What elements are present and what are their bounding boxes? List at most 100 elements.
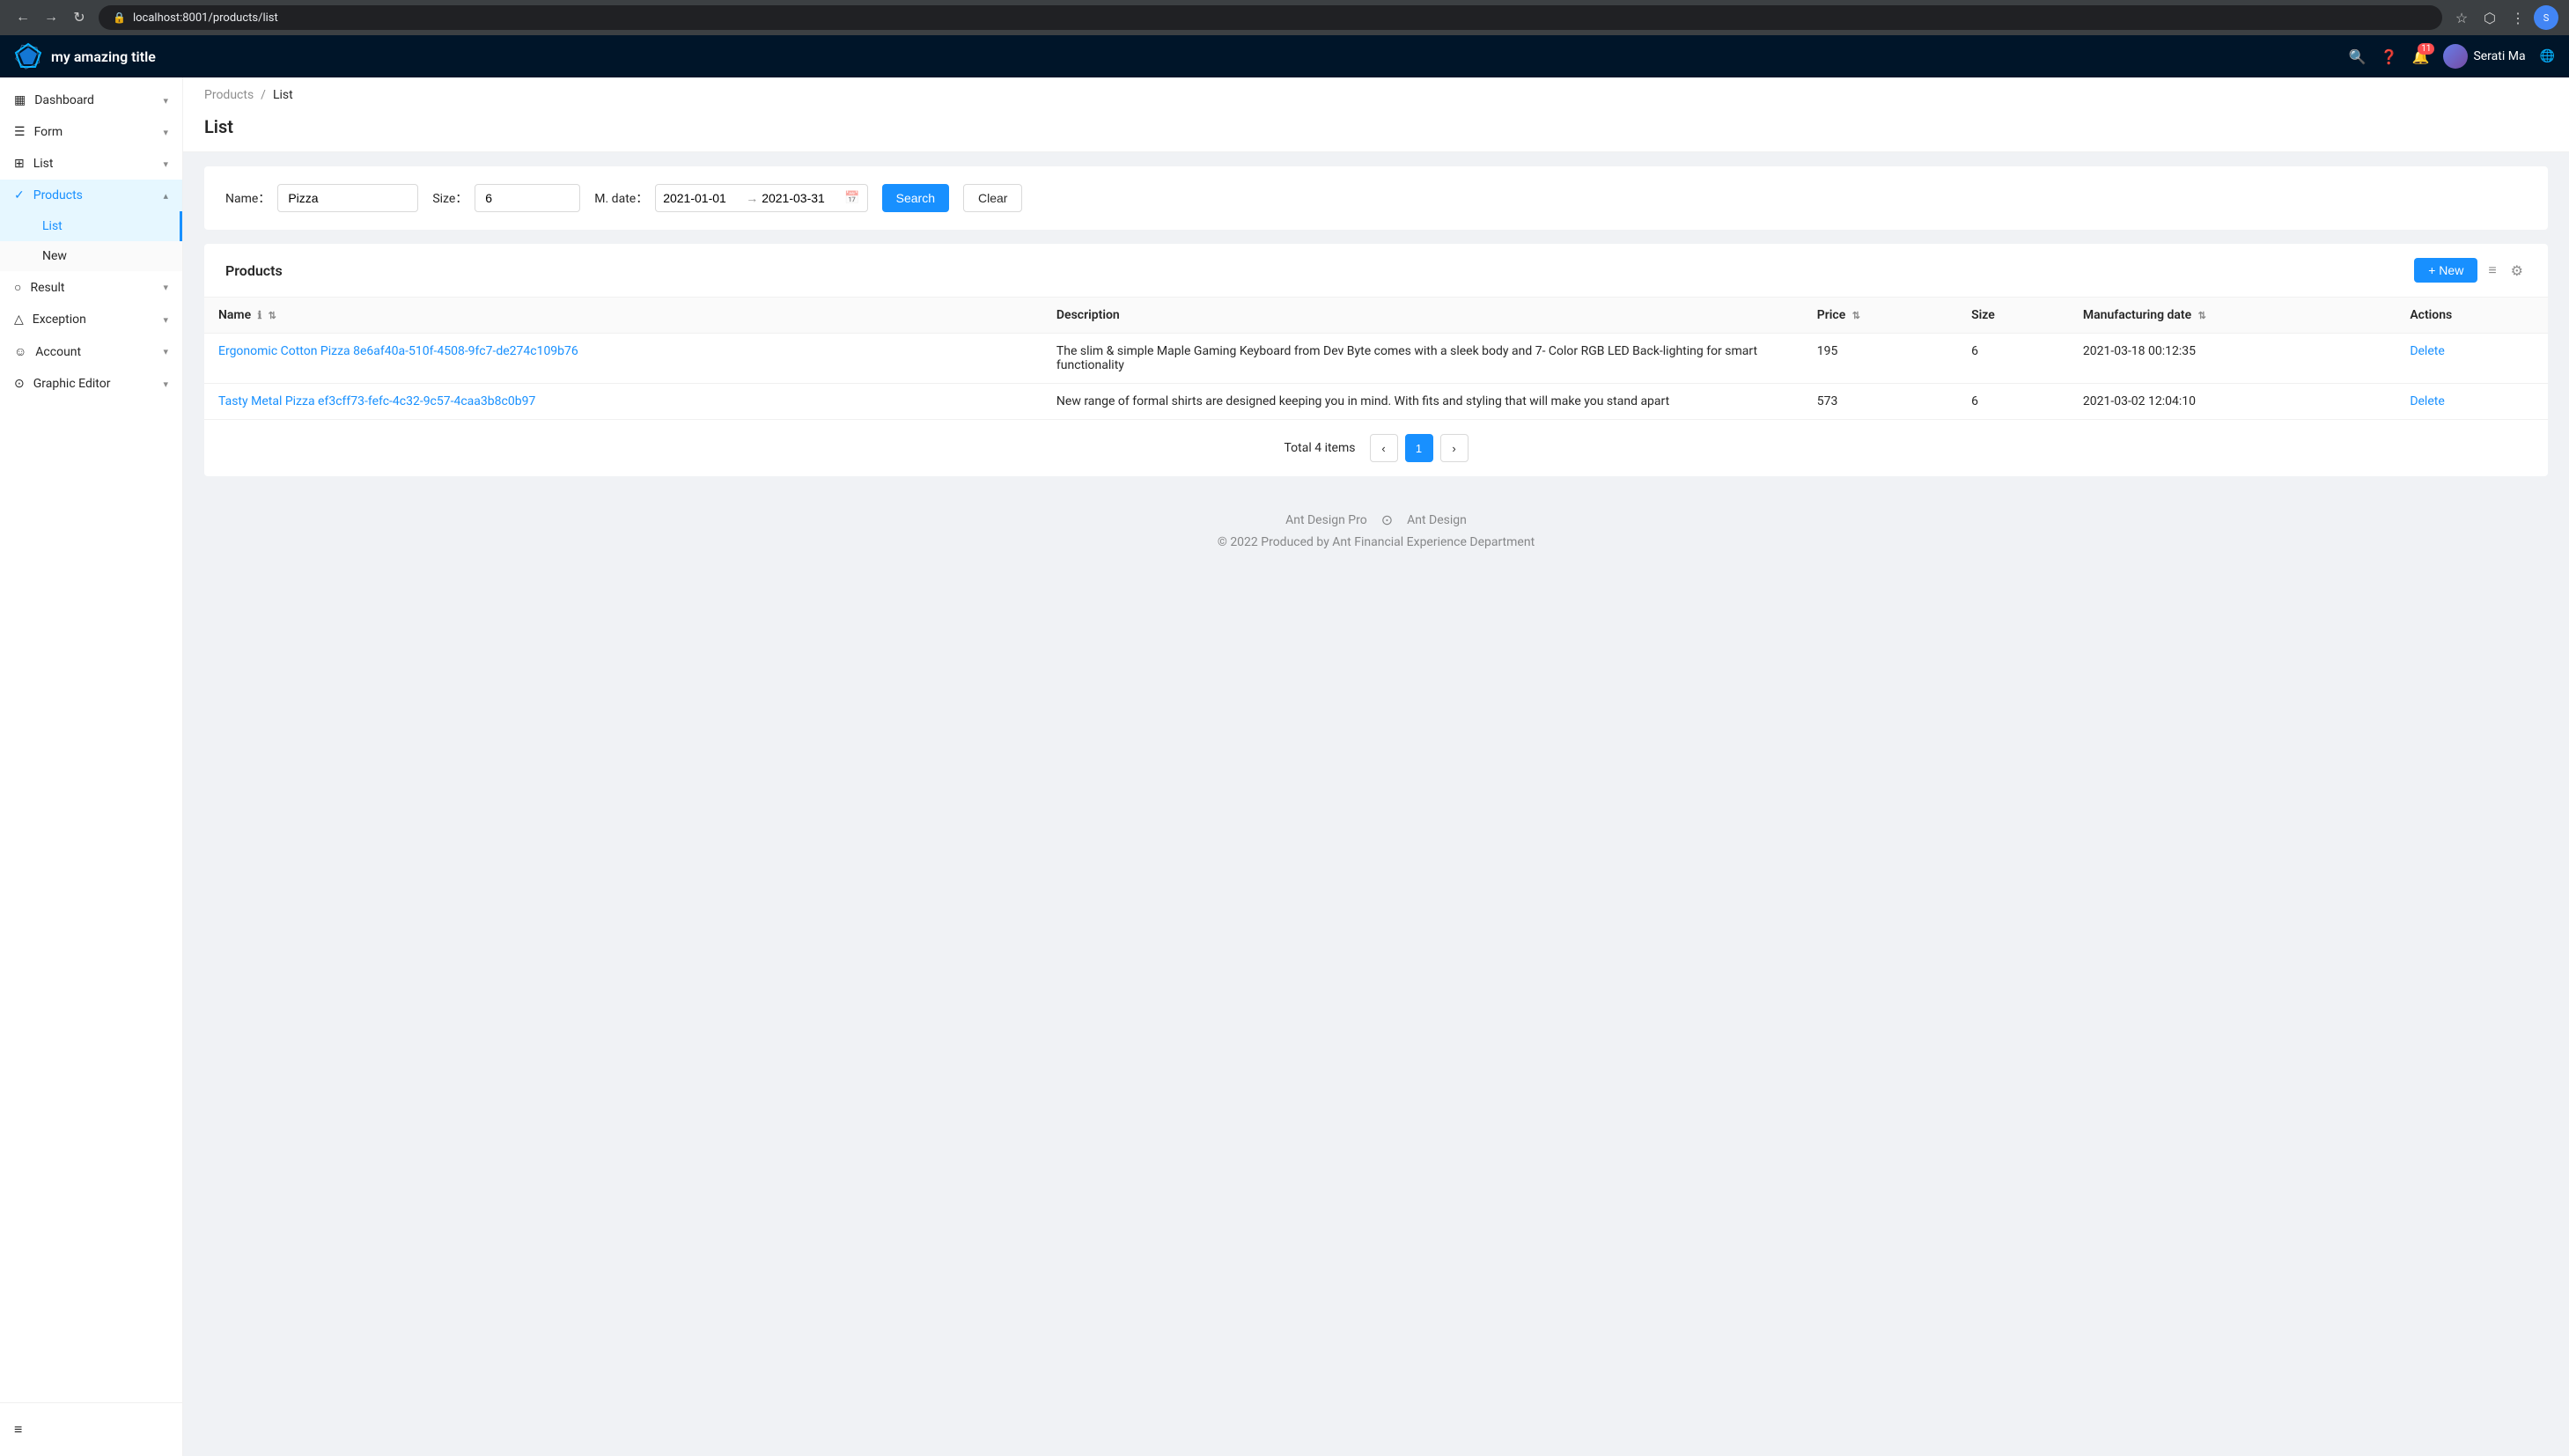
prev-page-button[interactable]: ‹ (1370, 434, 1398, 462)
notification-count: 11 (2418, 43, 2434, 55)
product-link-2[interactable]: Tasty Metal Pizza ef3cff73-fefc-4c32-9c5… (218, 394, 535, 408)
clear-button[interactable]: Clear (963, 184, 1022, 212)
sidebar-item-products-new[interactable]: New (0, 241, 182, 271)
cell-size-1: 6 (1957, 334, 2069, 384)
form-icon: ☰ (14, 125, 26, 139)
sidebar-item-dashboard[interactable]: ▦ Dashboard ▾ (0, 85, 182, 116)
products-submenu: List New (0, 211, 182, 271)
page-1-button[interactable]: 1 (1405, 434, 1433, 462)
th-actions: Actions (2396, 298, 2548, 334)
th-description: Description (1042, 298, 1803, 334)
breadcrumb-bar: Products / List List (183, 77, 2569, 152)
size-filter-group: Size： (432, 184, 580, 212)
browser-user-avatar[interactable]: S (2534, 5, 2558, 30)
sidebar-item-result[interactable]: ○ Result ▾ (0, 271, 182, 304)
delete-button-1[interactable]: Delete (2410, 344, 2444, 358)
github-icon: ⊙ (1381, 511, 1393, 528)
name-input[interactable] (277, 184, 418, 212)
search-nav-icon[interactable]: 🔍 (2349, 48, 2367, 65)
user-avatar-nav (2443, 44, 2468, 69)
table-header-row: Name ℹ ⇅ Description Price ⇅ (204, 298, 2548, 334)
cell-mfgdate-1: 2021-03-18 00:12:35 (2069, 334, 2396, 384)
chevron-down-icon: ▾ (163, 158, 168, 170)
sidebar-item-label: Exception (33, 313, 86, 327)
top-nav-right: 🔍 ❓ 🔔 11 Serati Ma 🌐 (2349, 44, 2555, 69)
date-range-picker[interactable]: → 📅 (655, 184, 867, 212)
cell-name-2: Tasty Metal Pizza ef3cff73-fefc-4c32-9c5… (204, 384, 1042, 420)
sidebar-collapse-button[interactable]: ≡ (14, 1414, 168, 1445)
chevron-up-icon: ▴ (163, 190, 168, 202)
table-row: Ergonomic Cotton Pizza 8e6af40a-510f-450… (204, 334, 2548, 384)
sidebar-item-label: List (33, 157, 54, 171)
sidebar-item-exception[interactable]: △ Exception ▾ (0, 304, 182, 335)
graphic-editor-icon: ⊙ (14, 377, 25, 391)
next-page-button[interactable]: › (1440, 434, 1469, 462)
extensions-icon[interactable]: ⬡ (2477, 5, 2502, 30)
star-icon[interactable]: ☆ (2449, 5, 2474, 30)
content-area: Products / List List Name： Size： (183, 77, 2569, 1456)
table-header: Products + New ≡ ⚙ (204, 244, 2548, 298)
date-to-input[interactable] (762, 191, 841, 205)
mdate-label: M. date： (594, 189, 648, 207)
size-label: Size： (432, 189, 467, 207)
footer-link-antdesignpro[interactable]: Ant Design Pro (1285, 513, 1367, 527)
columns-icon[interactable]: ≡ (2484, 258, 2499, 283)
question-icon[interactable]: ❓ (2381, 48, 2398, 65)
username: Serati Ma (2473, 49, 2525, 63)
chevron-down-icon: ▾ (163, 314, 168, 326)
language-button[interactable]: 🌐 (2540, 49, 2555, 63)
reload-button[interactable]: ↻ (67, 5, 92, 30)
th-name: Name ℹ ⇅ (204, 298, 1042, 334)
url-text: localhost:8001/products/list (133, 11, 278, 25)
name-sort-icon[interactable]: ⇅ (269, 310, 276, 321)
forward-button[interactable]: → (39, 5, 63, 30)
breadcrumb-products[interactable]: Products (204, 88, 254, 102)
settings-icon[interactable]: ⚙ (2507, 259, 2527, 283)
sidebar-item-list[interactable]: ⊞ List ▾ (0, 148, 182, 180)
new-button[interactable]: + New (2414, 258, 2477, 283)
cell-description-2: New range of formal shirts are designed … (1042, 384, 1803, 420)
th-mfg-date: Manufacturing date ⇅ (2069, 298, 2396, 334)
footer-link-antdesign[interactable]: Ant Design (1407, 513, 1467, 527)
back-button[interactable]: ← (11, 5, 35, 30)
th-size: Size (1957, 298, 2069, 334)
product-link-1[interactable]: Ergonomic Cotton Pizza 8e6af40a-510f-450… (218, 344, 578, 358)
price-sort-icon[interactable]: ⇅ (1852, 310, 1860, 321)
name-info-icon: ℹ (258, 309, 262, 321)
main-area: ▦ Dashboard ▾ ☰ Form ▾ ⊞ List ▾ (0, 77, 2569, 1456)
search-button[interactable]: Search (882, 184, 949, 212)
breadcrumb-current: List (273, 88, 293, 102)
cell-actions-1: Delete (2396, 334, 2548, 384)
data-table: Name ℹ ⇅ Description Price ⇅ (204, 298, 2548, 419)
chevron-down-icon: ▾ (163, 379, 168, 390)
size-input[interactable] (475, 184, 580, 212)
table-row: Tasty Metal Pizza ef3cff73-fefc-4c32-9c5… (204, 384, 2548, 420)
app-wrapper: my amazing title 🔍 ❓ 🔔 11 Serati Ma 🌐 ▦ (0, 35, 2569, 1456)
sidebar-item-label: Dashboard (34, 93, 94, 107)
cell-size-2: 6 (1957, 384, 2069, 420)
name-filter-group: Name： (225, 184, 418, 212)
settings-icon[interactable]: ⋮ (2506, 5, 2530, 30)
browser-nav: ← → ↻ (11, 5, 92, 30)
cell-price-1: 195 (1803, 334, 1957, 384)
sidebar-item-form[interactable]: ☰ Form ▾ (0, 116, 182, 148)
dashboard-icon: ▦ (14, 93, 26, 107)
address-bar[interactable]: 🔒 localhost:8001/products/list (99, 5, 2442, 30)
date-from-input[interactable] (663, 191, 742, 205)
sidebar-item-label: Products (33, 188, 83, 202)
sidebar-item-label: Form (34, 125, 63, 139)
sidebar-item-products[interactable]: ✓ Products ▴ (0, 180, 182, 211)
delete-button-2[interactable]: Delete (2410, 394, 2444, 408)
mdate-filter-group: M. date： → 📅 (594, 184, 867, 212)
notification-bell[interactable]: 🔔 11 (2412, 48, 2430, 65)
sidebar-item-graphic-editor[interactable]: ⊙ Graphic Editor ▾ (0, 368, 182, 400)
chevron-down-icon: ▾ (163, 346, 168, 357)
cell-price-2: 573 (1803, 384, 1957, 420)
sidebar-item-account[interactable]: ☺ Account ▾ (0, 335, 182, 368)
sidebar-item-label: Result (30, 281, 64, 295)
user-info[interactable]: Serati Ma (2443, 44, 2525, 69)
mfgdate-sort-icon[interactable]: ⇅ (2198, 310, 2206, 321)
filter-row: Name： Size： M. date： → (225, 184, 2527, 212)
sidebar-item-products-list[interactable]: List (0, 211, 182, 241)
pagination: Total 4 items ‹ 1 › (204, 419, 2548, 476)
